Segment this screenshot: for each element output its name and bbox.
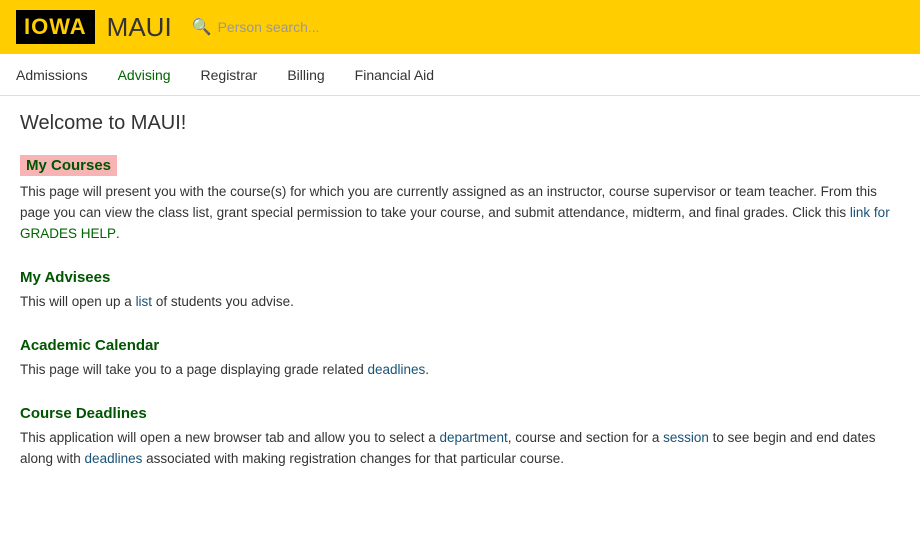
section-my-courses: My Courses This page will present you wi… — [20, 155, 900, 245]
nav-billing[interactable]: Billing — [287, 63, 324, 87]
app-title: MAUI — [107, 12, 172, 43]
search-input[interactable] — [218, 19, 418, 35]
nav-admissions[interactable]: Admissions — [16, 63, 88, 87]
grades-help-text[interactable]: GRADES HELP — [20, 226, 116, 241]
main-nav: Admissions Advising Registrar Billing Fi… — [0, 54, 920, 96]
academic-calendar-body: This page will take you to a page displa… — [20, 360, 900, 381]
search-container: 🔍 — [192, 17, 418, 37]
academic-calendar-title[interactable]: Academic Calendar — [20, 337, 159, 354]
main-content: Welcome to MAUI! My Courses This page wi… — [0, 96, 920, 509]
search-icon: 🔍 — [192, 17, 212, 37]
course-deadlines-body: This application will open a new browser… — [20, 428, 900, 470]
section-academic-calendar: Academic Calendar This page will take yo… — [20, 337, 900, 381]
my-courses-body: This page will present you with the cour… — [20, 182, 900, 245]
advisees-list-link[interactable]: list — [136, 294, 153, 309]
section-my-advisees: My Advisees This will open up a list of … — [20, 269, 900, 313]
header: IOWA MAUI 🔍 — [0, 0, 920, 54]
calendar-deadlines-link[interactable]: deadlines — [367, 362, 425, 377]
grades-help-link[interactable]: link for GRADES HELP — [20, 205, 890, 241]
section-course-deadlines: Course Deadlines This application will o… — [20, 405, 900, 470]
my-advisees-body: This will open up a list of students you… — [20, 292, 900, 313]
iowa-logo: IOWA — [16, 10, 95, 44]
nav-advising[interactable]: Advising — [118, 63, 171, 87]
nav-registrar[interactable]: Registrar — [201, 63, 258, 87]
department-link[interactable]: department — [439, 430, 507, 445]
course-deadlines-title[interactable]: Course Deadlines — [20, 405, 147, 422]
session-link[interactable]: session — [663, 430, 709, 445]
nav-financial-aid[interactable]: Financial Aid — [355, 63, 434, 87]
my-courses-title[interactable]: My Courses — [20, 155, 117, 176]
welcome-heading: Welcome to MAUI! — [20, 112, 900, 135]
my-advisees-title[interactable]: My Advisees — [20, 269, 110, 286]
deadlines-link[interactable]: deadlines — [85, 451, 143, 466]
